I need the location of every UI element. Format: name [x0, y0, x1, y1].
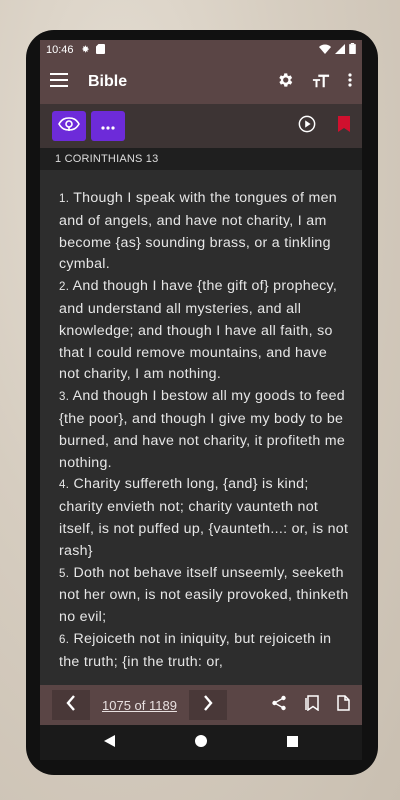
verse-number: 5. [59, 567, 70, 580]
battery-icon [349, 43, 356, 57]
status-bar: 10:46 [40, 40, 362, 60]
next-chapter-button[interactable] [188, 690, 227, 720]
settings-icon[interactable] [276, 71, 294, 94]
play-circle-icon[interactable] [298, 115, 316, 138]
wifi-icon [319, 44, 331, 57]
verse-text: And though I have {the gift of} prophecy… [59, 278, 338, 383]
previous-chapter-button[interactable] [52, 690, 90, 720]
verse: 4. Charity suffereth long, {and} is kind… [59, 476, 348, 558]
verse-text: Rejoiceth not in iniquity, but rejoiceth… [59, 630, 332, 670]
verse-number: 1. [59, 193, 70, 205]
verse-text: Though I speak with the tongues of men a… [59, 190, 337, 273]
menu-icon[interactable] [50, 72, 68, 92]
reader-toolbar [40, 104, 362, 148]
verse: 3. And though I bestow all my goods to f… [59, 388, 345, 470]
sd-card-icon [95, 43, 105, 57]
more-horiz-icon [101, 117, 115, 135]
home-icon[interactable] [195, 734, 207, 752]
verse-text: And though I bestow all my goods to feed… [59, 388, 346, 471]
back-icon[interactable] [104, 734, 115, 752]
app-screen: 10:46 Bible 1 CORINTHIANS 13 1. Though I… [40, 40, 362, 760]
recents-icon[interactable] [287, 734, 298, 752]
status-time: 10:46 [46, 44, 74, 56]
chapter-heading: 1 CORINTHIANS 13 [40, 148, 362, 170]
verse: 2. And though I have {the gift of} proph… [59, 278, 337, 382]
more-vert-icon[interactable] [348, 72, 352, 92]
bottom-nav-bar: 1075 of 1189 [40, 685, 362, 725]
verse-text: Doth not behave itself unseemly, seeketh… [59, 564, 349, 626]
verse-number: 2. [59, 281, 70, 294]
system-nav-bar [40, 725, 362, 760]
settings-status-icon [80, 44, 90, 57]
view-mode-button[interactable] [52, 111, 86, 141]
signal-icon [335, 43, 345, 57]
chevron-left-icon [66, 694, 76, 716]
eye-icon [58, 116, 80, 137]
verse-number: 4. [59, 479, 70, 492]
verse: 1. Though I speak with the tongues of me… [59, 190, 337, 272]
notes-icon[interactable] [337, 694, 350, 716]
text-size-icon[interactable] [312, 72, 330, 93]
verse-number: 3. [59, 391, 70, 404]
bookmark-icon[interactable] [338, 115, 350, 137]
verse-number: 6. [59, 633, 70, 646]
verse: 5. Doth not behave itself unseemly, seek… [59, 565, 349, 626]
chevron-right-icon [203, 694, 213, 716]
chapter-label: 1 CORINTHIANS 13 [55, 153, 159, 165]
verse: 6. Rejoiceth not in iniquity, but rejoic… [59, 631, 331, 670]
verses-container: 1. Though I speak with the tongues of me… [40, 170, 362, 674]
chapter-position-link[interactable]: 1075 of 1189 [102, 698, 177, 713]
verse-text: Charity suffereth long, {and} is kind; c… [59, 476, 349, 559]
share-icon[interactable] [271, 695, 287, 716]
chapter-text: 1. Though I speak with the tongues of me… [40, 170, 362, 685]
more-options-button[interactable] [91, 111, 125, 141]
bookmarks-icon[interactable] [305, 694, 319, 716]
app-bar: Bible [40, 60, 362, 104]
app-title: Bible [88, 73, 128, 90]
